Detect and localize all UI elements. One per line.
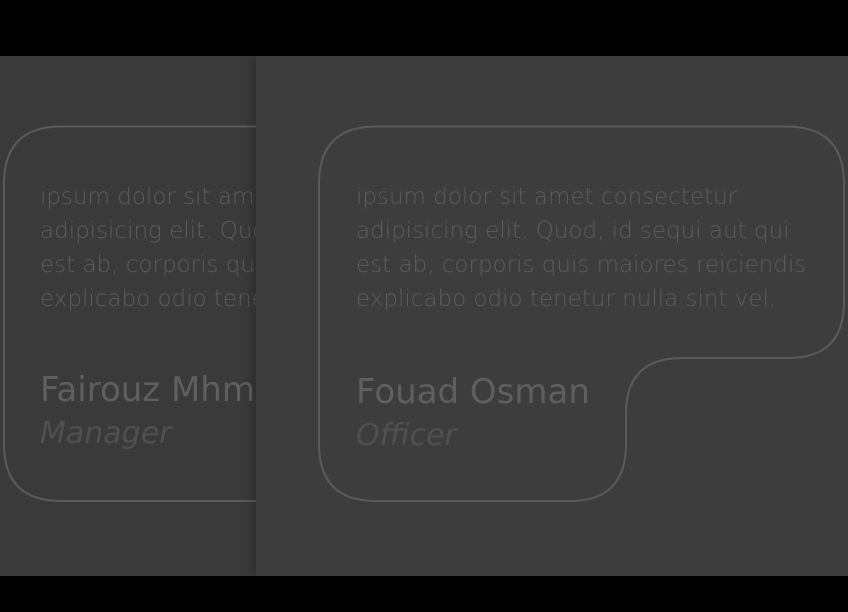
quote-line: ipsum dolor sit amet consectetur: [40, 184, 256, 210]
testimonial-author-role: Officer: [356, 418, 457, 453]
testimonial-card-active[interactable]: ipsum dolor sit amet consectetur adipisi…: [256, 56, 848, 576]
quote-line: adipisicing elit. Quod, id sequi aut qui: [356, 218, 790, 244]
quote-line: explicabo odio tenetur nulla sint vel.: [40, 286, 256, 312]
testimonial-author-name: Fouad Osman: [356, 372, 590, 412]
testimonial-quote: ipsum dolor sit amet consectetur adipisi…: [356, 180, 806, 316]
testimonial-quote: ipsum dolor sit amet consectetur adipisi…: [40, 180, 256, 316]
quote-line: explicabo odio tenetur nulla sint vel.: [356, 286, 777, 312]
testimonial-author-role: Manager: [40, 416, 172, 451]
quote-line: est ab, corporis quis maiores reiciendis: [40, 252, 256, 278]
testimonial-author-name: Fairouz Mhmd: [40, 370, 256, 410]
testimonial-card-previous[interactable]: ipsum dolor sit amet consectetur adipisi…: [0, 56, 256, 576]
quote-line: est ab, corporis quis maiores reiciendis: [356, 252, 807, 278]
testimonial-carousel: ipsum dolor sit amet consectetur adipisi…: [0, 56, 848, 576]
quote-line: ipsum dolor sit amet consectetur: [356, 184, 738, 210]
quote-line: adipisicing elit. Quod, id sequi aut qui: [40, 218, 256, 244]
